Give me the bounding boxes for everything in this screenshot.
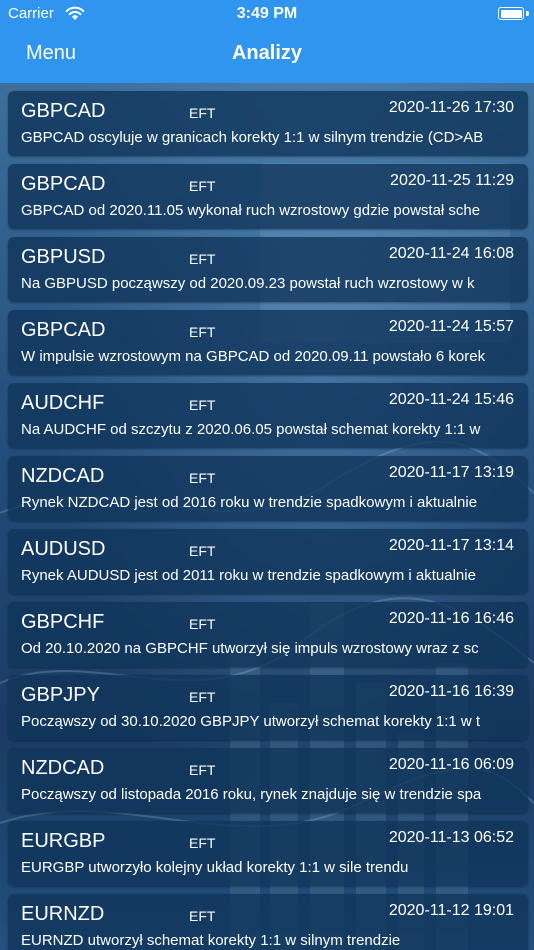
analysis-summary: Rynek NZDCAD jest od 2016 roku w trendzi…	[21, 494, 478, 511]
analysis-type-tag: EFT	[189, 689, 216, 705]
analysis-date: 2020-11-24 15:46	[388, 391, 514, 408]
currency-pair: GBPCAD	[21, 100, 106, 122]
analysis-date: 2020-11-26 17:30	[388, 99, 514, 116]
currency-pair: NZDCAD	[21, 757, 105, 779]
page-title: Analizy	[231, 42, 303, 64]
analysis-type-tag: EFT	[189, 251, 216, 267]
currency-pair: GBPJPY	[21, 684, 100, 706]
currency-pair: AUDUSD	[21, 538, 106, 560]
analysis-summary: EURGBP utworzyło kolejny układ korekty 1…	[21, 859, 409, 876]
currency-pair: GBPCAD	[21, 319, 106, 341]
analysis-summary: W impulsie wzrostowym na GBPCAD od 2020.…	[21, 348, 486, 365]
analysis-date: 2020-11-25 11:29	[390, 172, 514, 189]
analysis-card[interactable]: GBPCAD EFT 2020-11-26 17:30 GBPCAD oscyluje…	[8, 91, 528, 156]
analysis-card[interactable]: GBPUSD EFT 2020-11-24 16:08 Na GBPUSD począ…	[8, 237, 528, 302]
analysis-date: 2020-11-12 19:01	[388, 902, 514, 919]
analysis-date: 2020-11-16 16:39	[388, 683, 514, 700]
analysis-card[interactable]: EURGBP EFT 2020-11-13 06:52 EURGBP utworzył…	[8, 821, 528, 886]
analysis-type-tag: EFT	[189, 397, 216, 413]
analysis-type-tag: EFT	[189, 105, 216, 121]
currency-pair: GBPUSD	[21, 246, 106, 268]
analysis-summary: GBPCAD oscyluje w granicach korekty 1:1 …	[21, 129, 484, 146]
analysis-type-tag: EFT	[189, 762, 216, 778]
currency-pair: NZDCAD	[21, 465, 105, 487]
analysis-summary: EURNZD utworzył schemat korekty 1:1 w si…	[21, 932, 401, 949]
analysis-type-tag: EFT	[189, 908, 216, 924]
analysis-card[interactable]: GBPJPY EFT 2020-11-16 16:39 Począwszy od 30…	[8, 675, 528, 740]
analysis-summary: GBPCAD od 2020.11.05 wykonał ruch wzrost…	[21, 202, 481, 219]
analysis-type-tag: EFT	[189, 178, 216, 194]
analysis-date: 2020-11-17 13:14	[388, 537, 514, 554]
currency-pair: EURNZD	[21, 903, 105, 925]
analyses-list[interactable]: GBPCAD EFT 2020-11-26 17:30 GBPCAD oscyluje…	[0, 83, 534, 950]
analysis-type-tag: EFT	[189, 835, 216, 851]
currency-pair: GBPCAD	[21, 173, 106, 195]
analysis-card[interactable]: AUDUSD EFT 2020-11-17 13:14 Rynek AUDUSD je…	[8, 529, 528, 594]
analysis-date: 2020-11-24 15:57	[388, 318, 514, 335]
analysis-card[interactable]: NZDCAD EFT 2020-11-17 13:19 Rynek NZDCAD je…	[8, 456, 528, 521]
analysis-summary: Na GBPUSD począwszy od 2020.09.23 powsta…	[21, 275, 475, 292]
status-bar: Carrier 3:49 PM	[0, 0, 534, 28]
analysis-card[interactable]: GBPCHF EFT 2020-11-16 16:46 Od 20.10.2020 n…	[8, 602, 528, 667]
analysis-date: 2020-11-16 06:09	[388, 756, 514, 773]
analysis-date: 2020-11-13 06:52	[388, 829, 514, 846]
battery-icon	[498, 7, 524, 20]
currency-pair: EURGBP	[21, 830, 106, 852]
analysis-summary: Rynek AUDUSD jest od 2011 roku w trendzi…	[21, 567, 476, 584]
analysis-type-tag: EFT	[189, 543, 216, 559]
analysis-card[interactable]: NZDCAD EFT 2020-11-16 06:09 Począwszy od li…	[8, 748, 528, 813]
analysis-summary: Od 20.10.2020 na GBPCHF utworzył się imp…	[21, 640, 479, 657]
analysis-type-tag: EFT	[189, 616, 216, 632]
analysis-date: 2020-11-17 13:19	[388, 464, 514, 481]
analysis-card[interactable]: EURNZD EFT 2020-11-12 19:01 EURNZD utworzył…	[8, 894, 528, 950]
currency-pair: AUDCHF	[21, 392, 105, 414]
analysis-summary: Na AUDCHF od szczytu z 2020.06.05 powsta…	[21, 421, 481, 438]
analysis-type-tag: EFT	[189, 324, 216, 340]
analysis-card[interactable]: GBPCAD EFT 2020-11-25 11:29 GBPCAD od 2020.…	[8, 164, 528, 229]
analysis-type-tag: EFT	[189, 470, 216, 486]
analysis-summary: Począwszy od 30.10.2020 GBPJPY utworzył …	[21, 713, 481, 730]
analysis-card[interactable]: GBPCAD EFT 2020-11-24 15:57 W impulsie wzro…	[8, 310, 528, 375]
analysis-date: 2020-11-24 16:08	[388, 245, 514, 262]
currency-pair: GBPCHF	[21, 611, 105, 633]
clock-label: 3:49 PM	[236, 5, 298, 22]
navigation-header: Carrier 3:49 PM Menu Analizy	[0, 0, 534, 83]
analysis-summary: Począwszy od listopada 2016 roku, rynek …	[21, 786, 482, 803]
analysis-date: 2020-11-16 16:46	[388, 610, 514, 627]
analysis-card[interactable]: AUDCHF EFT 2020-11-24 15:46 Na AUDCHF od sz…	[8, 383, 528, 448]
battery-cap	[526, 11, 529, 16]
